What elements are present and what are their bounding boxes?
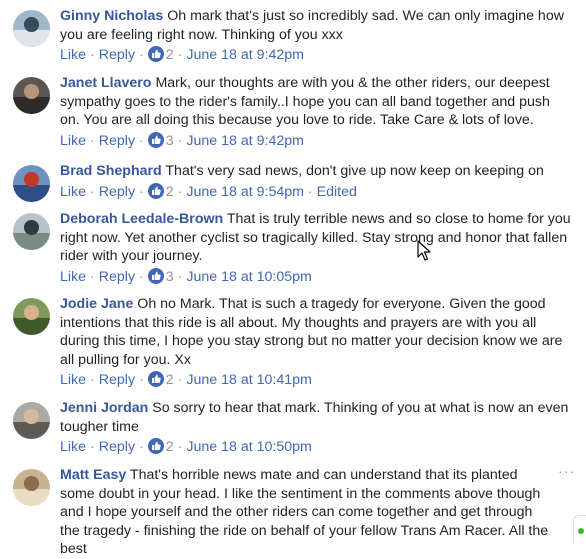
avatar[interactable] — [13, 298, 50, 335]
comment-text: Oh no Mark. That is such a tragedy for e… — [60, 296, 563, 368]
comment-actions: Like · Reply · 2 · June 18 at 10:50pm — [60, 438, 312, 456]
comment-actions: Like · Reply · 3 · June 18 at 10:05pm — [60, 267, 312, 285]
mouse-cursor-icon — [417, 240, 431, 267]
comment-timestamp[interactable]: June 18 at 10:50pm — [186, 439, 311, 455]
comment-author[interactable]: Matt Easy — [60, 467, 126, 483]
comment-actions: Like · Reply · 2 · June 18 at 9:54pm · Edited — [60, 182, 357, 200]
like-link[interactable]: Like — [60, 439, 86, 455]
reaction-count[interactable]: 2 — [166, 184, 174, 200]
like-link[interactable]: Like — [60, 269, 86, 285]
comment-author[interactable]: Brad Shephard — [60, 163, 162, 179]
thumbs-up-icon[interactable] — [147, 267, 164, 284]
comment-timestamp[interactable]: June 18 at 9:42pm — [186, 47, 304, 63]
comment-body: Jenni Jordan So sorry to hear that mark.… — [60, 399, 573, 456]
reply-link[interactable]: Reply — [99, 372, 135, 388]
comment-body: Janet Llavero Mark, our thoughts are wit… — [60, 74, 573, 150]
comment-actions: Like · Reply · 2 · June 18 at 10:41pm — [60, 371, 312, 389]
online-status-icon — [578, 528, 584, 534]
like-link[interactable]: Like — [60, 47, 86, 63]
avatar[interactable] — [13, 10, 50, 47]
avatar[interactable] — [13, 77, 50, 114]
more-options-icon[interactable]: ··· — [558, 463, 575, 479]
edited-label[interactable]: Edited — [317, 184, 357, 200]
thumbs-up-icon[interactable] — [147, 438, 164, 455]
comment-author[interactable]: Ginny Nicholas — [60, 8, 163, 24]
reaction-count[interactable]: 2 — [166, 439, 174, 455]
comment-actions: Like · Reply · 2 · June 18 at 9:42pm — [60, 46, 304, 64]
comment-body: Ginny Nicholas Oh mark that's just so in… — [60, 7, 573, 64]
reply-link[interactable]: Reply — [99, 269, 135, 285]
avatar[interactable] — [13, 469, 50, 506]
thumbs-up-icon[interactable] — [147, 46, 164, 63]
thumbs-up-icon[interactable] — [147, 182, 164, 199]
chat-tab-edge[interactable] — [573, 515, 586, 542]
reply-link[interactable]: Reply — [99, 184, 135, 200]
reaction-count[interactable]: 2 — [166, 372, 174, 388]
reaction-count[interactable]: 3 — [166, 133, 174, 149]
like-link[interactable]: Like — [60, 133, 86, 149]
comment-author[interactable]: Deborah Leedale-Brown — [60, 211, 223, 227]
avatar[interactable] — [13, 213, 50, 250]
thumbs-up-icon[interactable] — [147, 371, 164, 388]
comment-timestamp[interactable]: June 18 at 9:42pm — [186, 133, 304, 149]
reaction-count[interactable]: 3 — [166, 269, 174, 285]
comment-author[interactable]: Jenni Jordan — [60, 400, 148, 416]
like-link[interactable]: Like — [60, 372, 86, 388]
comment-text: That's very sad news, don't give up now … — [165, 163, 544, 179]
comment-text: That's horrible news mate and can unders… — [60, 467, 549, 558]
comment-timestamp[interactable]: June 18 at 9:54pm — [186, 184, 304, 200]
comment-body: Brad Shephard That's very sad news, don'… — [60, 162, 573, 201]
comment-body: Jodie Jane Oh no Mark. That is such a tr… — [60, 295, 573, 389]
avatar[interactable] — [13, 165, 50, 202]
comment-body: Deborah Leedale-Brown That is truly terr… — [60, 210, 573, 286]
reply-link[interactable]: Reply — [99, 47, 135, 63]
comment-actions: Like · Reply · 3 · June 18 at 9:42pm — [60, 131, 304, 149]
comment-timestamp[interactable]: June 18 at 10:41pm — [186, 372, 311, 388]
like-link[interactable]: Like — [60, 184, 86, 200]
reaction-count[interactable]: 2 — [166, 47, 174, 63]
comment-author[interactable]: Jodie Jane — [60, 296, 133, 312]
reply-link[interactable]: Reply — [99, 133, 135, 149]
comment-body: Matt Easy That's horrible news mate and … — [60, 466, 549, 559]
avatar[interactable] — [13, 402, 50, 439]
comment-author[interactable]: Janet Llavero — [60, 75, 151, 91]
thumbs-up-icon[interactable] — [147, 131, 164, 148]
reply-link[interactable]: Reply — [99, 439, 135, 455]
comment-timestamp[interactable]: June 18 at 10:05pm — [186, 269, 311, 285]
